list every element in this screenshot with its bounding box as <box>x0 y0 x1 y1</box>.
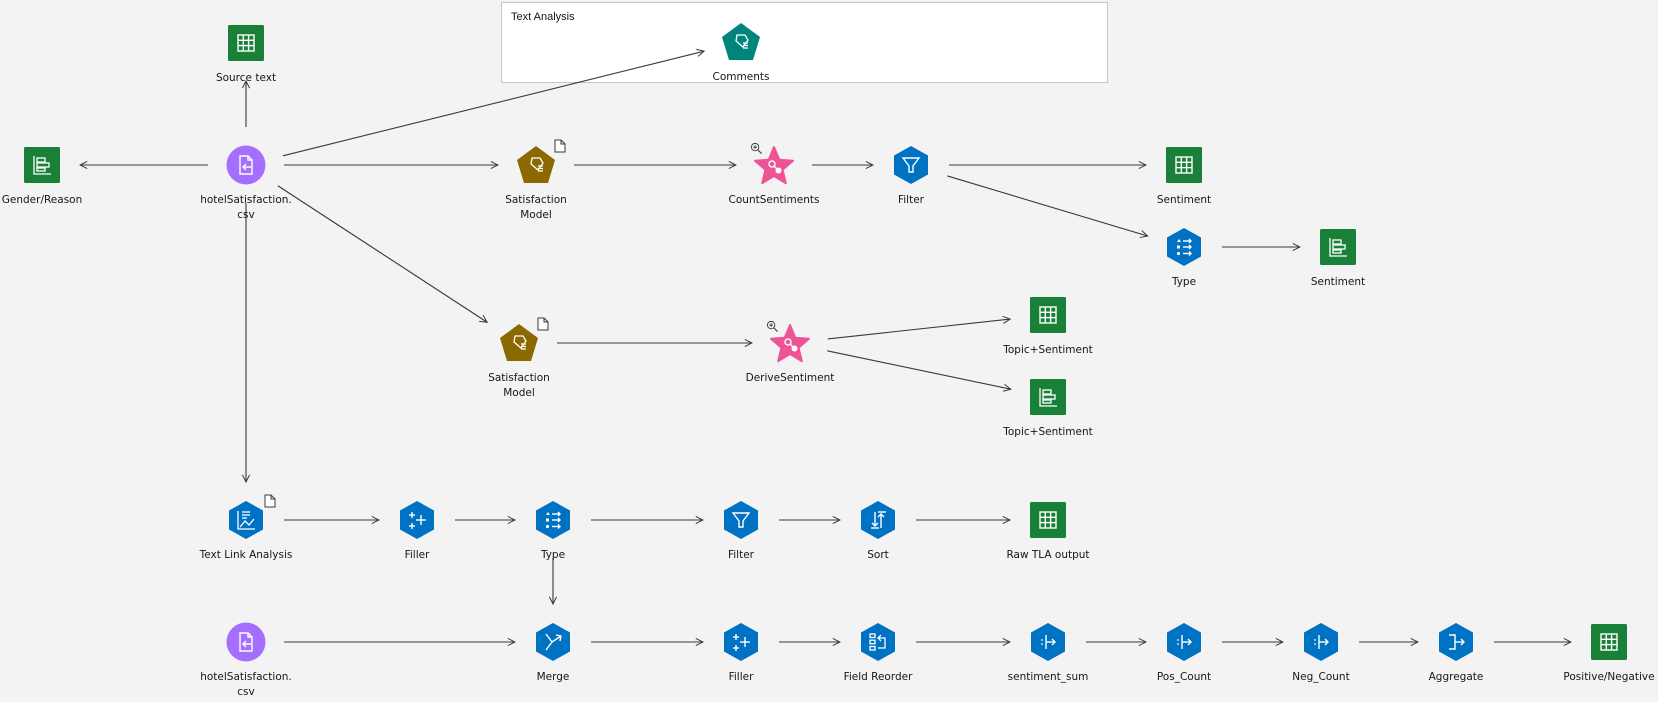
sort-icon[interactable] <box>858 500 898 540</box>
text-link-analysis-icon[interactable] <box>226 500 266 540</box>
text-model-icon[interactable] <box>499 323 539 363</box>
filter-icon[interactable] <box>721 500 761 540</box>
zoom-in-icon[interactable] <box>766 318 779 333</box>
document-icon[interactable] <box>264 493 276 508</box>
node-label: Positive/Negative <box>1563 671 1655 683</box>
node-label: Sort <box>867 549 889 561</box>
merge-icon[interactable] <box>533 622 573 662</box>
file-import-icon[interactable] <box>226 145 266 185</box>
node-label: CountSentiments <box>728 194 820 206</box>
table-icon[interactable] <box>1028 500 1068 540</box>
table-icon[interactable] <box>226 23 266 63</box>
table-icon[interactable] <box>1589 622 1629 662</box>
node-label: Sentiment <box>1156 194 1212 206</box>
document-icon[interactable] <box>554 138 566 153</box>
node-label: Type <box>1171 276 1197 288</box>
node-label: Raw TLA output <box>1006 549 1090 561</box>
edge-hotel_csv_1-to-comments[interactable] <box>282 51 704 157</box>
node-label: Pos_Count <box>1156 671 1212 683</box>
node-label: Satisfaction Model <box>505 194 567 221</box>
bar-chart-icon[interactable] <box>22 145 62 185</box>
node-label: hotelSatisfaction. csv <box>200 671 292 698</box>
derive-icon[interactable] <box>1164 622 1204 662</box>
type-icon[interactable] <box>1164 227 1204 267</box>
zoom-in-icon[interactable] <box>750 140 763 155</box>
node-label: hotelSatisfaction. csv <box>200 194 292 221</box>
text-model-icon[interactable] <box>721 22 761 62</box>
table-icon[interactable] <box>1164 145 1204 185</box>
node-label: Aggregate <box>1428 671 1484 683</box>
filler-icon[interactable] <box>721 622 761 662</box>
filter-icon[interactable] <box>891 145 931 185</box>
node-label: Topic+Sentiment <box>1003 344 1093 356</box>
bar-chart-icon[interactable] <box>1028 377 1068 417</box>
node-label: Filter <box>727 549 754 561</box>
field-reorder-icon[interactable] <box>858 622 898 662</box>
node-label: Sentiment <box>1310 276 1366 288</box>
node-label: Topic+Sentiment <box>1003 426 1093 438</box>
bar-chart-icon[interactable] <box>1318 227 1358 267</box>
aggregate-icon[interactable] <box>1436 622 1476 662</box>
node-label: Comments <box>712 71 770 83</box>
node-label: Merge <box>536 671 570 683</box>
node-label: Text Link Analysis <box>199 549 293 561</box>
derive-icon[interactable] <box>1301 622 1341 662</box>
document-icon[interactable] <box>537 316 549 331</box>
node-label: Filler <box>728 671 754 683</box>
node-label: Source text <box>215 72 277 84</box>
node-label: Filter <box>897 194 924 206</box>
filler-icon[interactable] <box>397 500 437 540</box>
node-label: Type <box>540 549 566 561</box>
node-label: Field Reorder <box>843 671 913 683</box>
file-import-icon[interactable] <box>226 622 266 662</box>
type-icon[interactable] <box>533 500 573 540</box>
text-model-icon[interactable] <box>516 145 556 185</box>
flow-canvas[interactable] <box>0 0 1658 702</box>
edge-derive_sentiment-to-topic_table[interactable] <box>827 319 1010 340</box>
node-label: Satisfaction Model <box>488 372 550 399</box>
node-label: DeriveSentiment <box>745 372 835 384</box>
table-icon[interactable] <box>1028 295 1068 335</box>
node-label: Gender/Reason <box>1 194 83 206</box>
derive-icon[interactable] <box>1028 622 1068 662</box>
